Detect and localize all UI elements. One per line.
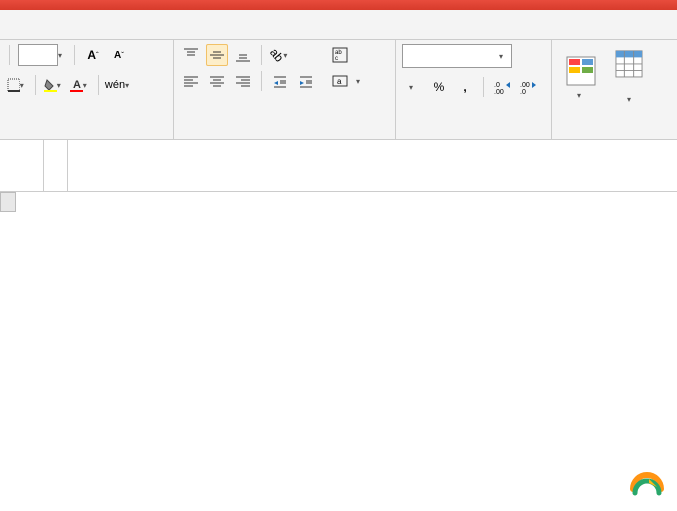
- conditional-formatting-button[interactable]: ▾: [558, 44, 604, 110]
- wrap-icon: abc: [332, 47, 348, 63]
- ribbon-group-styles: ▾ ▾: [552, 40, 677, 139]
- window-title-bar: [0, 0, 677, 10]
- name-box[interactable]: [0, 140, 44, 191]
- ribbon-group-label: [552, 135, 677, 139]
- fill-color-button[interactable]: ▾: [43, 74, 65, 96]
- number-format-select[interactable]: ▾: [402, 44, 512, 68]
- comma-style-button[interactable]: ,: [454, 76, 476, 98]
- watermark: [629, 469, 671, 505]
- select-all-corner[interactable]: [0, 192, 16, 212]
- wrap-text-button[interactable]: abc: [325, 44, 371, 66]
- align-left-icon: [184, 74, 198, 88]
- comma-icon: ,: [463, 80, 466, 94]
- svg-text:.0: .0: [494, 82, 500, 89]
- chevron-down-icon: ▾: [125, 81, 129, 90]
- decrease-font-button[interactable]: Aˇ: [108, 44, 130, 66]
- menu-bar: [0, 10, 677, 40]
- chevron-down-icon: ▾: [409, 83, 417, 92]
- align-bottom-button[interactable]: [232, 44, 254, 66]
- svg-text:.0: .0: [520, 89, 526, 94]
- merge-center-button[interactable]: a ▾: [325, 70, 371, 92]
- svg-text:A: A: [73, 79, 81, 91]
- font-color-icon: A: [70, 78, 83, 92]
- table-fmt-icon: [613, 49, 645, 79]
- percent-icon: %: [434, 80, 445, 94]
- align-right-icon: [236, 74, 250, 88]
- align-middle-icon: [210, 48, 224, 62]
- align-right-button[interactable]: [232, 70, 254, 92]
- chevron-down-icon: ▾: [57, 81, 64, 90]
- orientation-button[interactable]: ab▾: [269, 44, 291, 66]
- align-top-button[interactable]: [180, 44, 202, 66]
- align-left-button[interactable]: [180, 70, 202, 92]
- chevron-down-icon: ▾: [58, 51, 66, 60]
- cell-styles-button[interactable]: [654, 44, 668, 110]
- formula-input[interactable]: [68, 140, 677, 191]
- chevron-down-icon: ▾: [20, 81, 27, 90]
- ribbon-group-label: [174, 135, 395, 139]
- svg-text:a: a: [337, 77, 342, 86]
- ribbon-group-font: ▾ Aˆ Aˇ ▾ ▾ A ▾: [0, 40, 174, 139]
- accounting-format-button[interactable]: ▾: [402, 76, 424, 98]
- decrease-decimal-button[interactable]: .00.0: [517, 76, 539, 98]
- align-top-icon: [184, 48, 198, 62]
- fx-button[interactable]: [44, 140, 68, 191]
- chevron-down-icon: ▾: [577, 91, 585, 100]
- conditional-fmt-icon: [565, 55, 597, 87]
- ribbon-group-alignment: ab▾ abc a ▾: [174, 40, 396, 139]
- format-as-table-button[interactable]: ▾: [606, 44, 652, 110]
- align-middle-button[interactable]: [206, 44, 228, 66]
- ribbon-group-label: [0, 135, 173, 139]
- formula-bar: [0, 140, 677, 192]
- svg-text:.00: .00: [520, 82, 530, 89]
- align-center-button[interactable]: [206, 70, 228, 92]
- paint-bucket-icon: [44, 78, 57, 92]
- logo-icon: [629, 469, 665, 505]
- chevron-down-icon: ▾: [499, 52, 507, 61]
- phonetic-button[interactable]: wén ▾: [106, 74, 128, 96]
- percent-style-button[interactable]: %: [428, 76, 450, 98]
- table-fmt-label: ▾: [627, 81, 631, 105]
- column-headers: [0, 192, 677, 212]
- font-size-control[interactable]: ▾: [17, 44, 67, 66]
- border-icon: [7, 78, 20, 92]
- svg-text:.00: .00: [494, 89, 504, 94]
- decrease-indent-button[interactable]: [269, 70, 291, 92]
- align-center-icon: [210, 74, 224, 88]
- spreadsheet-grid: [0, 192, 677, 212]
- decrease-decimal-icon: .00.0: [520, 80, 536, 94]
- chevron-down-icon: ▾: [356, 77, 364, 86]
- ribbon-group-number: ▾ ▾ % , .0.00 .00.0: [396, 40, 552, 139]
- merge-icon: a: [332, 73, 348, 89]
- increase-font-button[interactable]: Aˆ: [82, 44, 104, 66]
- increase-decimal-button[interactable]: .0.00: [491, 76, 513, 98]
- border-button[interactable]: ▾: [6, 74, 28, 96]
- ribbon-group-label: [396, 135, 551, 139]
- ribbon: ▾ Aˆ Aˇ ▾ ▾ A ▾: [0, 40, 677, 140]
- svg-text:c: c: [335, 56, 338, 62]
- decrease-indent-icon: [273, 74, 287, 88]
- font-size-input[interactable]: [18, 44, 58, 66]
- increase-indent-button[interactable]: [295, 70, 317, 92]
- chevron-down-icon: ▾: [83, 81, 90, 90]
- align-bottom-icon: [236, 48, 250, 62]
- increase-decimal-icon: .0.00: [494, 80, 510, 94]
- increase-indent-icon: [299, 74, 313, 88]
- font-color-button[interactable]: A ▾: [69, 74, 91, 96]
